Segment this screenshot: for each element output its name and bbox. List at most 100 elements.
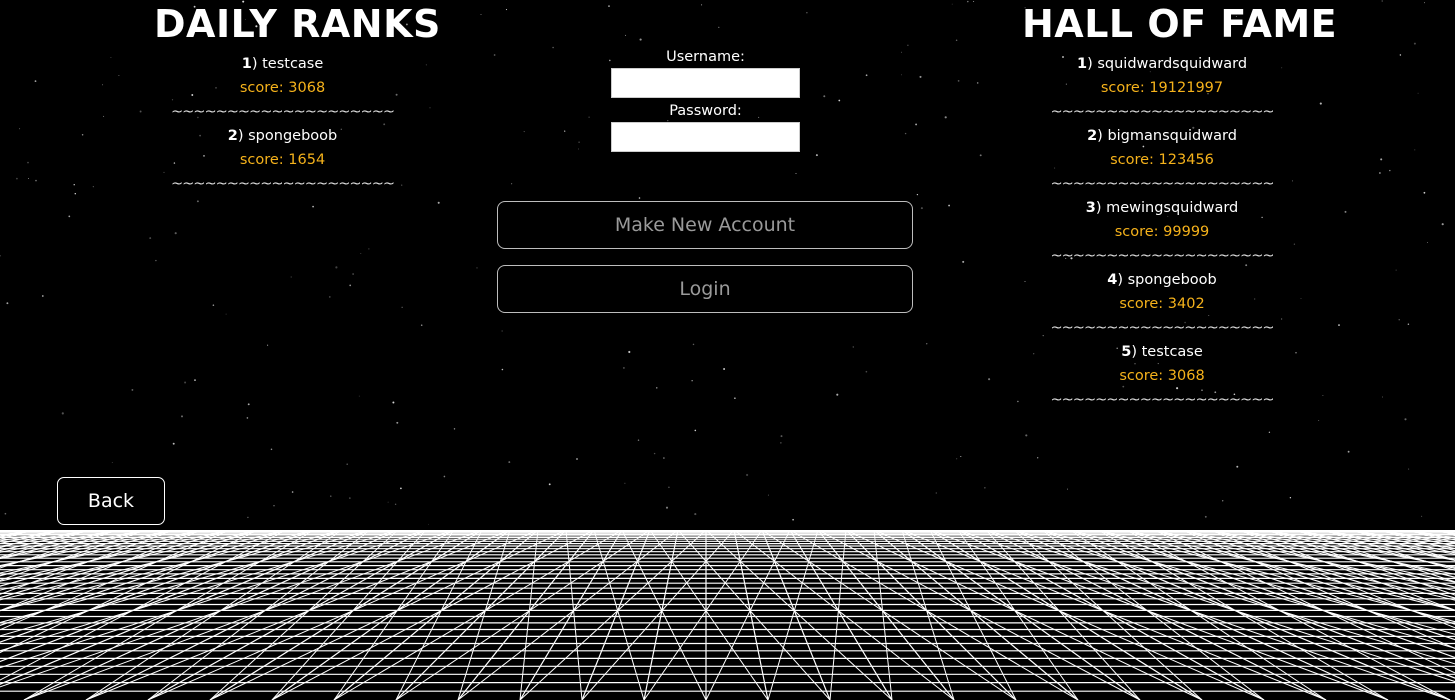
star: [270, 448, 273, 451]
rank-suffix: ): [251, 56, 258, 72]
star: [944, 116, 947, 119]
star: [523, 131, 525, 133]
star: [174, 232, 177, 235]
star: [1389, 169, 1391, 172]
star: [387, 501, 389, 503]
rank-number: 3: [1085, 200, 1096, 216]
player-score: score: 3068: [1119, 368, 1205, 384]
star: [960, 455, 962, 458]
star: [172, 442, 175, 445]
star: [780, 442, 782, 444]
star: [73, 184, 75, 186]
back-button[interactable]: Back: [57, 477, 165, 525]
player-name: mewingsquidward: [1106, 200, 1239, 216]
star: [180, 415, 184, 418]
star: [956, 458, 958, 460]
player-score: score: 19121997: [1100, 80, 1224, 96]
star: [368, 248, 370, 250]
rank-line: 5) testcase: [1022, 340, 1302, 364]
star: [290, 276, 292, 278]
star: [437, 201, 440, 204]
star: [394, 503, 397, 506]
star: [665, 506, 669, 509]
login-button[interactable]: Login: [497, 265, 913, 313]
star: [425, 64, 427, 66]
star: [792, 518, 794, 521]
player-name: testcase: [1141, 344, 1203, 360]
player-name: testcase: [262, 56, 324, 72]
star: [35, 179, 37, 182]
star: [1067, 488, 1069, 490]
star: [1382, 396, 1383, 398]
hall-of-fame-list: 1) squidwardsquidward score: 19121997 ~~…: [1022, 52, 1302, 412]
star: [246, 417, 249, 419]
username-input[interactable]: [611, 68, 800, 98]
rank-line: 2) bigmansquidward: [1022, 124, 1302, 148]
star: [628, 350, 631, 354]
star: [578, 148, 579, 150]
player-name: spongeboob: [248, 128, 338, 144]
star: [955, 39, 958, 41]
star: [1421, 515, 1423, 517]
star: [267, 344, 269, 346]
rank-suffix: ): [1087, 56, 1093, 72]
star: [552, 46, 554, 49]
star: [443, 475, 446, 478]
star: [330, 495, 332, 497]
star: [0, 255, 1, 257]
star: [41, 295, 44, 297]
rank-line: 1) squidwardsquidward: [1022, 52, 1302, 76]
make-new-account-button[interactable]: Make New Account: [497, 201, 913, 249]
star: [194, 379, 196, 381]
player-name: spongeboob: [1127, 272, 1217, 288]
star: [476, 267, 478, 269]
star: [919, 75, 922, 78]
star: [1322, 395, 1324, 396]
password-input[interactable]: [611, 122, 800, 152]
star: [1017, 400, 1019, 403]
password-label: Password:: [669, 103, 742, 119]
star: [865, 370, 868, 373]
rank-suffix: ): [1095, 200, 1102, 216]
rank-number: 1: [1076, 56, 1088, 72]
star: [838, 99, 841, 102]
star: [973, 0, 975, 3]
star: [734, 397, 736, 400]
star: [967, 0, 969, 3]
star: [1413, 42, 1416, 45]
star: [34, 80, 37, 82]
star: [19, 128, 21, 130]
star: [111, 462, 113, 464]
daily-ranks-title: DAILY RANKS: [154, 2, 441, 46]
star: [212, 304, 215, 306]
star: [984, 487, 986, 489]
star: [139, 110, 142, 113]
rank-line: 4) spongeboob: [1022, 268, 1302, 292]
star: [988, 378, 991, 381]
player-score: score: 3402: [1119, 296, 1205, 312]
star: [28, 178, 29, 179]
star: [1395, 269, 1397, 271]
separator: ~~~~~~~~~~~~~~~~~~~~: [1050, 176, 1275, 192]
star: [1404, 418, 1407, 421]
star: [668, 486, 670, 489]
star: [312, 205, 314, 208]
star: [1407, 323, 1410, 325]
star: [957, 80, 960, 82]
star: [1268, 431, 1271, 433]
star: [118, 75, 120, 76]
star: [349, 284, 352, 287]
star: [4, 512, 7, 515]
star: [1025, 434, 1028, 437]
star: [653, 452, 656, 455]
rank-suffix: ): [237, 128, 244, 144]
star: [155, 259, 157, 262]
hall-of-fame-entry: 4) spongeboob score: 3402 ~~~~~~~~~~~~~~…: [1022, 268, 1302, 340]
separator: ~~~~~~~~~~~~~~~~~~~~: [1050, 320, 1275, 336]
star: [505, 9, 508, 11]
star: [196, 200, 199, 203]
separator: ~~~~~~~~~~~~~~~~~~~~: [1050, 248, 1275, 264]
hall-of-fame-entry: 5) testcase score: 3068 ~~~~~~~~~~~~~~~~…: [1022, 340, 1302, 412]
star: [979, 154, 982, 157]
star: [608, 5, 610, 7]
